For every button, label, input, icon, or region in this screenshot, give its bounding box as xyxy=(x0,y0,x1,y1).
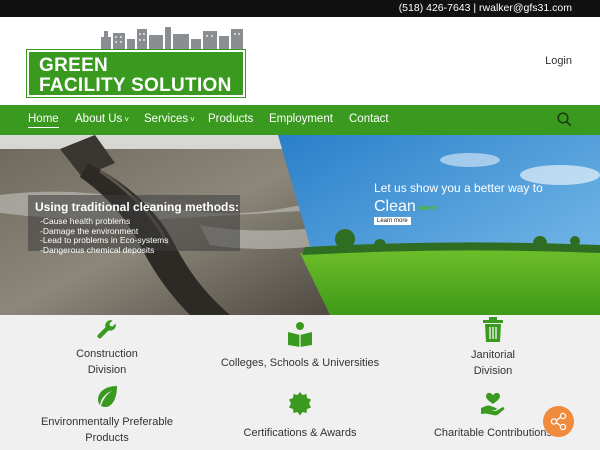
hero-left-title: Using traditional cleaning methods: xyxy=(35,200,240,214)
service-label: Environmentally Preferable xyxy=(40,416,174,428)
wrench-icon xyxy=(97,320,116,339)
nav-item-employment[interactable]: Employment xyxy=(269,113,333,125)
logo-plate: GREEN FACILITY SOLUTION xyxy=(26,49,246,98)
nav-label-employment: Employment xyxy=(269,113,333,125)
learn-more-button[interactable]: Learn more xyxy=(374,217,411,225)
service-label: Janitorial xyxy=(470,349,516,361)
service-label: Products xyxy=(85,432,129,444)
hand-heart-icon xyxy=(481,392,505,416)
service-colleges[interactable]: Colleges, Schools & Universities xyxy=(210,321,390,371)
share-button[interactable] xyxy=(543,406,574,437)
contact-info[interactable]: (518) 426-7643 | rwalker@gfs31.com xyxy=(399,2,572,14)
logo-text-line2: FACILITY SOLUTION xyxy=(39,75,232,96)
services-grid: Construction Division Colleges, Schools … xyxy=(0,315,600,450)
share-icon xyxy=(550,412,567,431)
trash-icon xyxy=(483,317,503,342)
nav-label-services: Services xyxy=(144,113,189,125)
service-label: Colleges, Schools & Universities xyxy=(220,357,380,369)
site-logo[interactable]: GREEN FACILITY SOLUTION xyxy=(26,25,246,98)
hero-green-word: Green xyxy=(418,205,439,212)
nav-item-about-us[interactable]: About Us ˅ xyxy=(75,113,129,125)
nav-label-products: Products xyxy=(208,113,254,125)
service-janitorial[interactable]: Janitorial Division xyxy=(403,317,583,379)
logo-text-line1: GREEN xyxy=(39,55,109,76)
nav-item-home[interactable]: Home xyxy=(28,113,59,128)
service-environmental-products[interactable]: Environmentally Preferable Products xyxy=(17,384,197,446)
service-label: Division xyxy=(473,365,513,377)
nav-label-about-us: About Us xyxy=(75,113,123,125)
hero-left-list: -Cause health problems -Damage the envir… xyxy=(40,216,169,255)
site-header: GREEN FACILITY SOLUTION Login xyxy=(0,17,600,105)
reading-person-icon xyxy=(288,322,312,347)
service-label: Certifications & Awards xyxy=(243,427,357,439)
award-badge-icon xyxy=(289,392,311,416)
nav-item-services[interactable]: Services ˅ xyxy=(144,113,195,125)
main-nav: Home About Us ˅ Services ˅ Products Employ… xyxy=(0,105,600,135)
chevron-down-icon: ˅ xyxy=(124,115,129,124)
chevron-down-icon: ˅ xyxy=(190,115,195,124)
service-label: Division xyxy=(87,364,127,376)
hero-right-title: Let us show you a better way to xyxy=(374,181,543,195)
search-icon[interactable] xyxy=(557,112,572,127)
login-link[interactable]: Login xyxy=(545,55,572,67)
nav-label-home: Home xyxy=(28,113,59,125)
list-item: -Dangerous chemical deposits xyxy=(40,244,155,255)
service-certifications[interactable]: Certifications & Awards xyxy=(210,391,390,441)
nav-item-products[interactable]: Products xyxy=(208,113,253,125)
city-skyline-icon xyxy=(101,27,243,51)
top-contact-bar: (518) 426-7643 | rwalker@gfs31.com xyxy=(0,0,600,17)
leaf-icon xyxy=(98,386,117,407)
service-construction[interactable]: Construction Division xyxy=(17,318,197,378)
nav-item-contact[interactable]: Contact xyxy=(349,113,389,125)
service-label: Construction xyxy=(76,348,138,360)
hero-banner: Using traditional cleaning methods: -Cau… xyxy=(0,135,600,315)
hero-clean-word: Clean xyxy=(374,198,416,215)
nav-label-contact: Contact xyxy=(349,113,389,125)
